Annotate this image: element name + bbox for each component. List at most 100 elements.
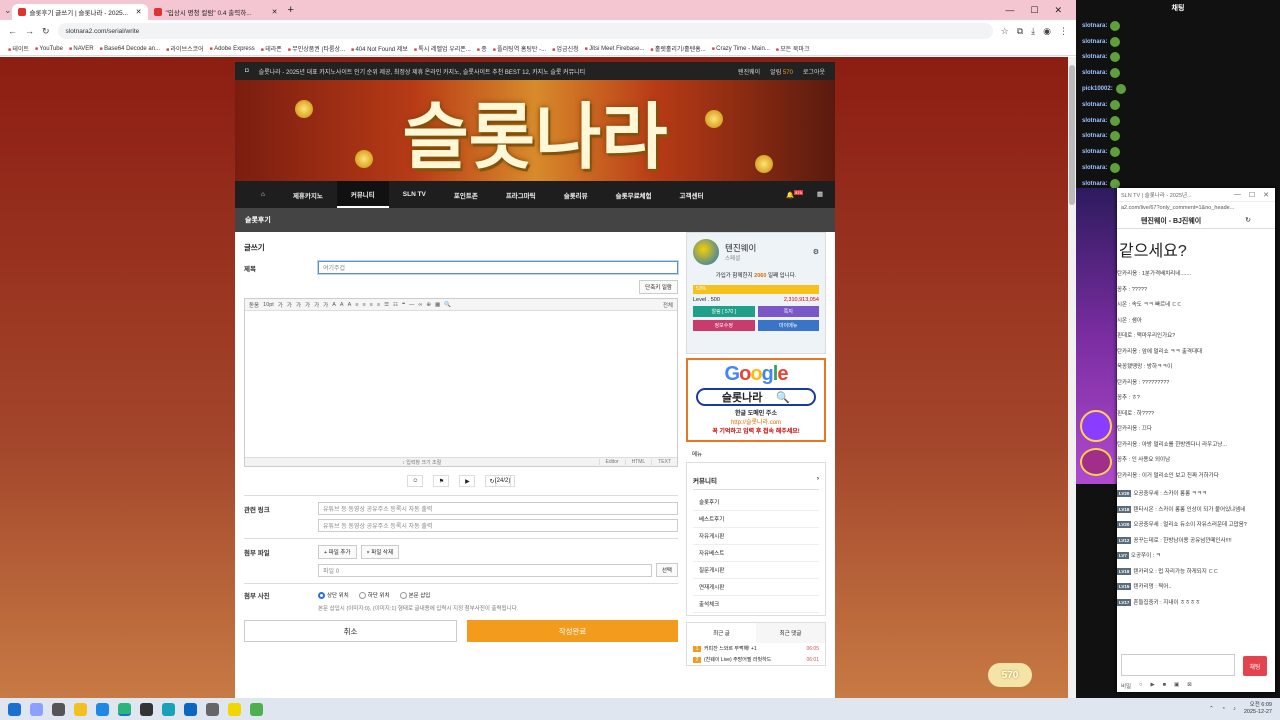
bookmark-item[interactable]: 테라폰 xyxy=(261,44,282,53)
rich-text-editor[interactable]: 돋움 10pt 가 가 가 가 가 가 A A A ≡ ≡ ≡ ≡ ☰ ☷ ❝ — ∞ ⊕ ▦ 🔍 전체 ↕ 입력창 크기 조… xyxy=(244,298,678,467)
link-input-1[interactable]: 유튜브 등 동영상 공유주소 등록시 자동 출력 xyxy=(318,502,678,515)
photo-bottom-radio[interactable]: 하단 위치 xyxy=(358,591,390,600)
tab-inactive[interactable]: "입상시 명청 컬럼" 0.4 출력하... ✕ xyxy=(148,4,284,20)
topbar-username[interactable]: 텐진웨이 xyxy=(738,67,760,76)
bell-icon[interactable]: 🔔570 xyxy=(786,189,803,199)
bookmark-item[interactable]: 종 xyxy=(477,44,487,53)
title-input[interactable]: 여기주겁 xyxy=(318,261,678,274)
text-mode[interactable]: TEXT xyxy=(651,459,677,465)
my-menu-button[interactable]: 마이메뉴 xyxy=(757,320,819,331)
explorer-icon[interactable] xyxy=(74,702,87,716)
nav-item[interactable]: 고객센터 xyxy=(666,181,718,208)
page-scrollbar[interactable] xyxy=(1068,57,1076,698)
video-icon[interactable]: ▶ xyxy=(459,475,476,487)
tray-chevron-icon[interactable]: ⌃ xyxy=(1209,706,1214,712)
editor-tool-icon[interactable]: A xyxy=(340,302,344,308)
fullscreen-button[interactable]: 전체 xyxy=(663,301,673,309)
editor-tool-icon[interactable]: 가 xyxy=(323,301,328,309)
maximize-icon[interactable]: ☐ xyxy=(1249,191,1255,199)
editor-tool-icon[interactable]: A xyxy=(332,302,336,308)
chat-username[interactable]: slotnara: xyxy=(1082,39,1107,45)
bookmark-item[interactable]: 플러팅역 홈팅탄 -... xyxy=(493,44,546,53)
nav-item[interactable]: 프라그마틱 xyxy=(492,181,550,208)
close-tab-icon[interactable]: ✕ xyxy=(136,8,142,16)
minimize-icon[interactable]: — xyxy=(1005,5,1014,16)
tab-active[interactable]: 슬롯후기 글쓰기 | 슬롯나라 - 2025... ✕ xyxy=(11,4,148,20)
file-add-button[interactable]: + 파일 추가 xyxy=(318,545,357,559)
tab-recent-comments[interactable]: 최근 댓글 xyxy=(756,623,825,643)
editor-tool-icon[interactable]: ☷ xyxy=(393,302,398,308)
chat-footer-icon[interactable]: ▣ xyxy=(1174,682,1179,690)
bookmark-item[interactable]: 404 Not Found 제보 xyxy=(351,44,407,53)
side-link[interactable]: 자유베스트 xyxy=(693,545,819,562)
close-icon[interactable]: ✕ xyxy=(1263,191,1269,199)
chat-username[interactable]: slotnara: xyxy=(1082,149,1107,155)
bookmark-icon[interactable]: ◘ xyxy=(245,68,249,74)
emoji-icon[interactable]: ☺ xyxy=(407,475,424,487)
file-delete-button[interactable]: × 파일 삭제 xyxy=(360,545,400,559)
chat-username[interactable]: slotnara: xyxy=(1082,70,1107,76)
bookmark-item[interactable]: Jitsi Meet Firebase... xyxy=(585,46,644,52)
side-link[interactable]: 질문게시판 xyxy=(693,562,819,579)
taskview-icon[interactable] xyxy=(52,702,65,716)
shortcut-button[interactable]: 단축키 일람 xyxy=(639,280,678,294)
chat-footer-icon[interactable]: ▶ xyxy=(1150,682,1154,690)
grid-menu-icon[interactable]: ▦ xyxy=(817,190,823,199)
counter[interactable]: ↻ (24/2) xyxy=(485,475,515,487)
side-link[interactable]: 출석체크 xyxy=(693,596,819,613)
chat-input[interactable] xyxy=(1121,654,1235,676)
editor-tool-icon[interactable]: ≡ xyxy=(370,302,373,308)
editor-tool-icon[interactable]: ≡ xyxy=(355,302,358,308)
site-banner[interactable]: 슬롯나라 xyxy=(235,80,835,181)
bookmark-item[interactable]: Crazy Time - Main... xyxy=(712,46,770,52)
editor-tool-icon[interactable]: 가 xyxy=(305,301,310,309)
editor-tool-icon[interactable]: 가 xyxy=(287,301,292,309)
side-link[interactable]: 베스트후기 xyxy=(693,511,819,528)
maximize-icon[interactable]: ☐ xyxy=(1030,5,1038,16)
editor-tool-icon[interactable]: 가 xyxy=(278,301,283,309)
edit-profile-button[interactable]: 정보수정 xyxy=(693,320,755,331)
extensions-icon[interactable]: ⧉ xyxy=(1017,26,1023,37)
home-icon[interactable]: ⌂ xyxy=(247,181,279,208)
nav-item-active[interactable]: 커뮤니티 xyxy=(336,181,389,208)
file-select-button[interactable]: 선택 xyxy=(655,563,678,577)
bookmark-item[interactable]: 모든 북마크 xyxy=(776,44,809,53)
bookmark-item[interactable]: Adobe Express xyxy=(210,46,255,52)
chrome-icon[interactable] xyxy=(118,702,131,716)
editor-tool-icon[interactable]: ≡ xyxy=(377,302,380,308)
app-icon[interactable] xyxy=(162,702,175,716)
chat-send-button[interactable]: 채팅 xyxy=(1243,656,1267,676)
minimize-icon[interactable]: — xyxy=(1234,191,1241,199)
nav-item[interactable]: 슬롯무료체험 xyxy=(602,181,666,208)
photo-top-radio[interactable]: 상단 위치 xyxy=(318,591,349,600)
kakao-icon[interactable] xyxy=(228,702,241,716)
chat-footer-icon[interactable]: 비밀 xyxy=(1121,682,1131,690)
editor-tool-icon[interactable]: 돋움 xyxy=(249,301,259,309)
editor-tool-icon[interactable]: A xyxy=(348,302,352,308)
forward-icon[interactable]: → xyxy=(25,26,34,36)
app-icon[interactable] xyxy=(250,702,263,716)
bookmark-star-icon[interactable]: ☆ xyxy=(1001,26,1009,37)
topbar-alarm[interactable]: 알림 570 xyxy=(770,67,793,76)
chat-username[interactable]: slotnara: xyxy=(1082,102,1107,108)
link-input-2[interactable]: 유튜브 등 동영상 공유주소 등록시 자동 출력 xyxy=(318,519,678,532)
editor-tool-icon[interactable]: 가 xyxy=(314,301,319,309)
chat-username[interactable]: slotnara: xyxy=(1082,165,1107,171)
photo-inline-radio[interactable]: 본문 삽입 xyxy=(399,591,430,600)
bookmark-item[interactable]: NAVER xyxy=(69,46,93,52)
chat-footer-icon[interactable]: ⊠ xyxy=(1187,682,1192,690)
url-field[interactable]: slotnara2.com/serial/write xyxy=(57,23,993,39)
start-icon[interactable] xyxy=(8,702,21,716)
nav-item[interactable]: 제휴카지노 xyxy=(279,181,337,208)
list-item[interactable]: 1 커피잔 느와르 부쩍해! +1 06:05 xyxy=(687,643,825,654)
app-icon[interactable] xyxy=(140,702,153,716)
editor-tool-icon[interactable]: 10pt xyxy=(263,302,274,308)
edge-icon[interactable] xyxy=(96,702,109,716)
list-item[interactable]: 2 (친웨이 Live) 주망어필 라벗하드 06:01 xyxy=(687,654,825,665)
chat-username[interactable]: slotnara: xyxy=(1082,23,1107,29)
app-icon[interactable] xyxy=(206,702,219,716)
editor-tool-icon[interactable]: ⊕ xyxy=(426,302,431,308)
chat-username[interactable]: slotnara: xyxy=(1082,54,1107,60)
side-link[interactable]: 자유게시판 xyxy=(693,528,819,545)
memo-button[interactable]: 쪽지 xyxy=(757,306,819,317)
